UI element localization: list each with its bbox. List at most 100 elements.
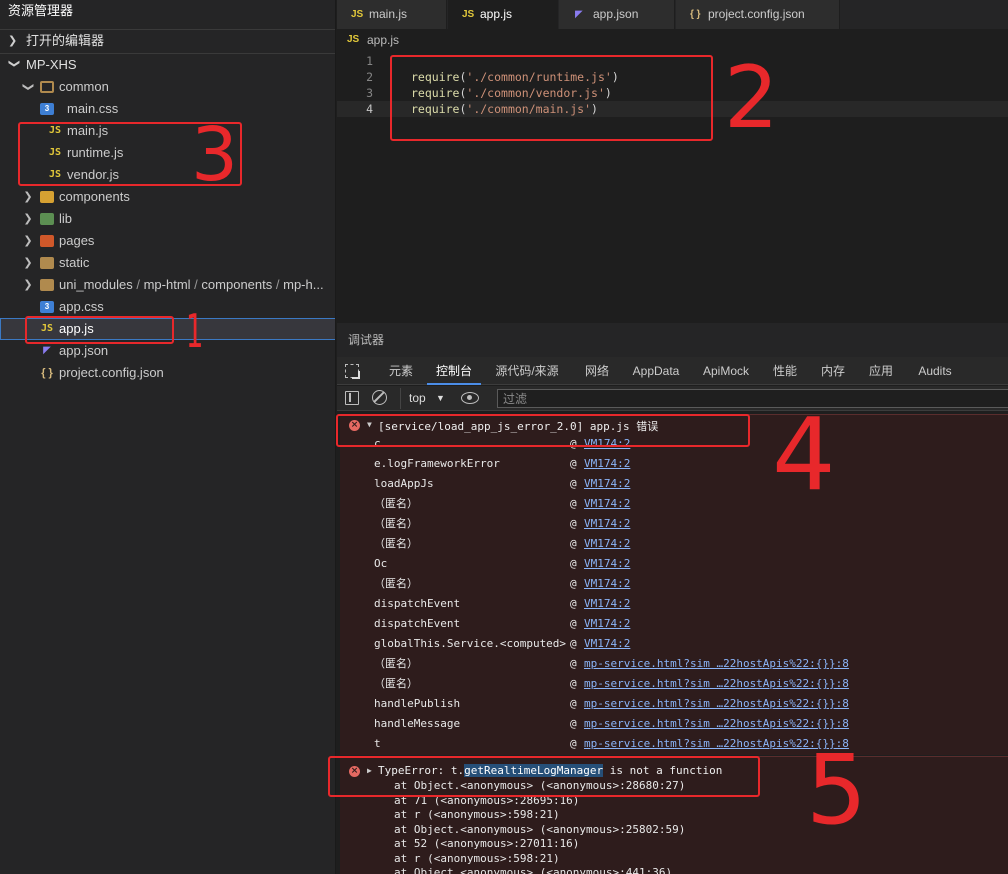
path-segment: mp-h... — [283, 277, 324, 292]
tree-item-label: main.css — [67, 101, 119, 116]
line-number: 3 — [366, 86, 373, 100]
chevron-right-icon: ❯ — [23, 257, 33, 269]
stack-function: t — [374, 737, 381, 750]
caret-down-icon: ▼ — [436, 393, 445, 403]
project-section[interactable]: ❯ MP-XHS — [0, 53, 335, 76]
stack-source-link[interactable]: VM174:2 — [584, 594, 630, 614]
tab-app-json[interactable]: ◤ app.json — [559, 0, 675, 29]
tree-file-app-css[interactable]: 3 app.css — [0, 296, 335, 318]
context-select[interactable]: top ▼ — [400, 388, 450, 409]
css-file-icon: 3 — [40, 301, 54, 313]
folder-open-icon — [40, 81, 54, 93]
chevron-down-icon: ❯ — [22, 82, 34, 92]
chevron-right-icon: ❯ — [23, 191, 33, 203]
line-number: 4 — [366, 102, 373, 116]
folder-icon — [40, 257, 54, 269]
js-file-icon: JS — [347, 34, 360, 45]
stack-source-link[interactable]: VM174:2 — [584, 614, 630, 634]
devtab-audits[interactable]: Audits — [911, 357, 959, 385]
stack-function: Oc — [374, 557, 388, 570]
stack-at: @ — [570, 497, 577, 510]
trace-line: at 52 (<anonymous>:27011:16) — [394, 837, 580, 850]
trace-line: at r (<anonymous>:598:21) — [394, 851, 560, 865]
stack-at: @ — [570, 737, 577, 750]
stack-source-link[interactable]: VM174:2 — [584, 494, 630, 514]
stack-frame: handlePublish @ mp-service.html?sim …22hos… — [374, 694, 1004, 714]
tree-folder-components[interactable]: ❯ components — [0, 186, 335, 208]
stack-at: @ — [570, 477, 577, 490]
stack-source-link[interactable]: VM174:2 — [584, 454, 630, 474]
tree-folder-pages[interactable]: ❯ pages — [0, 230, 335, 252]
tree-folder-common[interactable]: ❯ common — [0, 76, 335, 98]
stack-at: @ — [570, 617, 577, 630]
console-filter-input[interactable] — [497, 389, 1008, 408]
path-segment: components — [201, 277, 273, 292]
debugger-header: 调试器 — [337, 323, 1008, 357]
stack-frame: （匿名） @ VM174:2 — [374, 574, 1004, 594]
stack-source-link[interactable]: VM174:2 — [584, 634, 630, 654]
clear-console-icon[interactable] — [372, 390, 387, 405]
devtab-application[interactable]: 应用 — [863, 357, 899, 385]
stack-at: @ — [570, 537, 577, 550]
tree-file-main-css[interactable]: 3 main.css — [0, 98, 335, 120]
stack-function: （匿名） — [374, 537, 418, 550]
tab-label: app.js — [480, 7, 513, 21]
inspect-element-icon[interactable] — [345, 364, 359, 378]
sidebar-toggle-icon[interactable] — [345, 391, 359, 405]
devtab-memory[interactable]: 内存 — [815, 357, 851, 385]
stack-source-link[interactable]: VM174:2 — [584, 534, 630, 554]
stack-function: globalThis.Service.<computed> — [374, 637, 567, 650]
chevron-down-icon: ❯ — [8, 59, 20, 69]
devtab-elements[interactable]: 元素 — [381, 357, 421, 385]
stack-frame: （匿名） @ VM174:2 — [374, 494, 1004, 514]
breadcrumb-file: app.js — [367, 33, 400, 47]
stack-source-link[interactable]: VM174:2 — [584, 554, 630, 574]
explorer-title: 资源管理器 — [8, 3, 74, 18]
project-name: MP-XHS — [26, 57, 77, 72]
stack-source-link[interactable]: VM174:2 — [584, 574, 630, 594]
path-separator: / — [136, 277, 140, 292]
annotation-box-1 — [25, 316, 174, 344]
stack-source-link[interactable]: VM174:2 — [584, 474, 630, 494]
tree-file-project-config[interactable]: { } project.config.json — [0, 362, 335, 384]
annotation-number-2: 2 — [724, 48, 779, 148]
console-error-load-app-js: × ▼ [service/load_app_js_error_2.0] app.… — [340, 414, 1008, 755]
stack-source-link[interactable]: mp-service.html?sim …22hostApis%22:{}}:8 — [584, 654, 849, 674]
devtab-apimock[interactable]: ApiMock — [697, 357, 755, 385]
json-braces-icon: { } — [690, 9, 701, 20]
stack-function: loadAppJs — [374, 477, 434, 490]
tab-project-config[interactable]: { } project.config.json — [676, 0, 840, 29]
stack-source-link[interactable]: mp-service.html?sim …22hostApis%22:{}}:8 — [584, 714, 849, 734]
tree-item-label: app.css — [59, 299, 104, 314]
tab-label: main.js — [369, 7, 408, 21]
tree-folder-uni-modules[interactable]: ❯ uni_modules / mp-html / components / m… — [0, 274, 335, 296]
devtab-performance[interactable]: 性能 — [767, 357, 803, 385]
devtab-console[interactable]: 控制台 — [427, 357, 481, 385]
console-output: × ▼ [service/load_app_js_error_2.0] app.… — [337, 411, 1008, 874]
stack-frame: t @ mp-service.html?sim …22hostApis%22:{}}… — [374, 734, 1004, 754]
open-editors-section[interactable]: ❯ 打开的编辑器 — [0, 29, 335, 51]
tree-folder-static[interactable]: ❯ static — [0, 252, 335, 274]
stack-function: （匿名） — [374, 657, 418, 670]
annotation-number-1: 1 — [185, 304, 204, 358]
devtab-sources[interactable]: 源代码/来源 — [489, 357, 565, 385]
tree-folder-lib[interactable]: ❯ lib — [0, 208, 335, 230]
devtab-network[interactable]: 网络 — [577, 357, 617, 385]
compact-folder-path: uni_modules / mp-html / components / mp-… — [59, 274, 324, 296]
stack-source-link[interactable]: mp-service.html?sim …22hostApis%22:{}}:8 — [584, 694, 849, 714]
tab-main-js[interactable]: JS main.js — [337, 0, 447, 29]
devtab-appdata[interactable]: AppData — [627, 357, 685, 385]
trace-line: at Object.<anonymous> (<anonymous>:441:3… — [394, 866, 673, 874]
tab-app-js[interactable]: JS app.js — [448, 0, 558, 29]
css-file-icon: 3 — [40, 103, 54, 115]
annotation-number-5: 5 — [806, 734, 868, 846]
stack-at: @ — [570, 577, 577, 590]
pages-folder-icon — [40, 235, 54, 247]
trace-line: at Object.<anonymous> (<anonymous>:25802… — [394, 822, 686, 836]
stack-source-link[interactable]: mp-service.html?sim …22hostApis%22:{}}:8 — [584, 674, 849, 694]
stack-source-link[interactable]: VM174:2 — [584, 514, 630, 534]
breadcrumb[interactable]: JS app.js — [337, 29, 1008, 51]
stack-frame: （匿名） @ mp-service.html?sim …22hostApis%22:… — [374, 674, 1004, 694]
eye-icon[interactable] — [461, 392, 479, 404]
stack-function: dispatchEvent — [374, 617, 461, 630]
